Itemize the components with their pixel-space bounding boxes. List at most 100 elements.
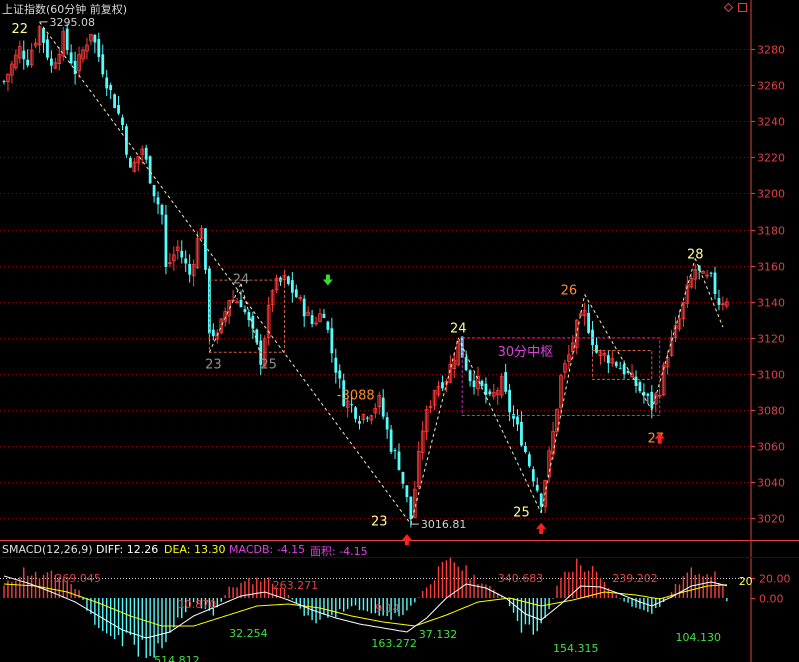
wave-label: 24 — [233, 273, 250, 288]
price-annotation-label: 3295.08 — [50, 16, 96, 29]
candle-body — [65, 28, 69, 50]
candle-body — [117, 105, 120, 114]
macd-annotation-label: 263.271 — [273, 579, 319, 592]
price-tick-label: 3080 — [757, 405, 785, 418]
candle-body — [22, 50, 26, 60]
macd-annotation-label: 9.14 — [375, 602, 400, 615]
candle-body — [42, 28, 45, 43]
candle-body — [520, 421, 523, 446]
wave-stroke-line — [584, 294, 653, 411]
candle-body — [338, 370, 342, 379]
chart-title: 上证指数(60分钟 前复权) — [2, 3, 128, 16]
macd-annotation-label: 340.683 — [498, 572, 544, 585]
candle-body — [243, 309, 247, 313]
macd-dea: DEA: 13.30 — [164, 543, 226, 556]
wave-label: 25 — [513, 506, 530, 521]
candle-body — [409, 496, 413, 520]
candle-body — [508, 389, 511, 413]
candle-body — [527, 454, 531, 467]
candle-body — [539, 493, 543, 507]
wave-label: 28 — [687, 247, 704, 262]
candle-body — [322, 313, 326, 319]
candle-body — [50, 58, 53, 66]
candle-body — [97, 39, 101, 57]
price-tick-label: 3220 — [757, 152, 785, 165]
price-tick-label: 3260 — [757, 80, 785, 93]
candle-body — [504, 372, 508, 392]
candle-body — [709, 272, 713, 274]
candle-body — [148, 156, 152, 184]
macd-diff: DIFF: 12.26 — [96, 543, 159, 556]
candle-body — [334, 357, 338, 373]
candle-body — [472, 380, 476, 388]
candle-body — [393, 450, 397, 452]
price-tick-label: 3100 — [757, 369, 785, 382]
candle-body — [587, 312, 590, 333]
price-tick-label: 3140 — [757, 297, 785, 310]
candle-body — [535, 484, 539, 491]
price-annotation-label: 3088 — [342, 389, 375, 404]
chart-window: 3020 3040 3060 3080 3100 3120 3140 3160 3180 3200… — [0, 0, 799, 662]
candle-body — [26, 59, 30, 66]
candle-body — [464, 357, 468, 371]
candle-body — [93, 34, 97, 43]
macd-annotation-label: 20 — [739, 575, 753, 588]
candle-body — [326, 321, 330, 330]
price-tick-label: 3060 — [757, 441, 785, 454]
macd-annotation-label: 37.132 — [419, 628, 458, 641]
candle-body — [330, 328, 334, 354]
candle-body — [239, 299, 243, 308]
candle-body — [152, 185, 156, 197]
price-annotation-label: 3016.81 — [421, 518, 467, 531]
candle-body — [614, 362, 618, 367]
candle-body — [180, 250, 184, 258]
candle-body — [381, 397, 385, 417]
macd-annotation-label: 154.315 — [553, 642, 599, 655]
macd-annotation-label: 239.202 — [612, 572, 658, 585]
macd-annotation-label: 104.130 — [676, 631, 722, 644]
wave-stroke-line — [240, 283, 262, 357]
candle-body — [101, 54, 105, 75]
candle-body — [204, 228, 207, 270]
candle-body — [69, 52, 73, 64]
candle-body — [531, 469, 535, 482]
candle-body — [622, 364, 626, 375]
candle-body — [354, 407, 357, 419]
candle-body — [366, 417, 369, 419]
macd-annotation-label: 514.812 — [154, 654, 200, 662]
price-tick-label: 3020 — [757, 513, 785, 526]
candle-body — [595, 344, 598, 353]
wave-label: 24 — [450, 321, 467, 336]
candle-body — [144, 147, 148, 160]
candle-body — [606, 355, 610, 364]
window-square-icon[interactable] — [738, 3, 747, 12]
candle-body — [105, 77, 109, 89]
candle-body — [650, 391, 654, 408]
macd-macdb: MACDB: -4.15 — [229, 543, 306, 556]
candle-body — [524, 446, 527, 453]
wave-stroke-line — [410, 337, 459, 525]
pivot-zone-box — [592, 349, 653, 380]
candle-body — [441, 382, 444, 389]
candle-body — [310, 315, 314, 324]
macd-tick-label: 0.00 — [759, 593, 784, 606]
macd-annotation-label: 269.045 — [55, 572, 101, 585]
wave-label: 23 — [205, 358, 222, 373]
candle-body — [302, 298, 306, 317]
candle-body — [385, 417, 389, 430]
candle-body — [397, 451, 401, 470]
price-tick-label: 3180 — [757, 225, 785, 238]
candle-body — [188, 263, 192, 275]
candle-body — [156, 197, 160, 205]
price-tick-label: 3160 — [757, 261, 785, 274]
price-tick-label: 3200 — [757, 188, 785, 201]
candle-body — [109, 85, 113, 91]
candlestick-chart[interactable]: 3020 3040 3060 3080 3100 3120 3140 3160 3180 3200… — [0, 0, 799, 662]
candle-body — [164, 214, 168, 267]
candle-body — [113, 94, 116, 109]
price-tick-label: 3120 — [757, 333, 785, 346]
candle-body — [488, 391, 492, 395]
candle-body — [713, 272, 717, 294]
diamond-icon[interactable] — [724, 3, 733, 12]
wave-stroke-line — [457, 337, 542, 514]
